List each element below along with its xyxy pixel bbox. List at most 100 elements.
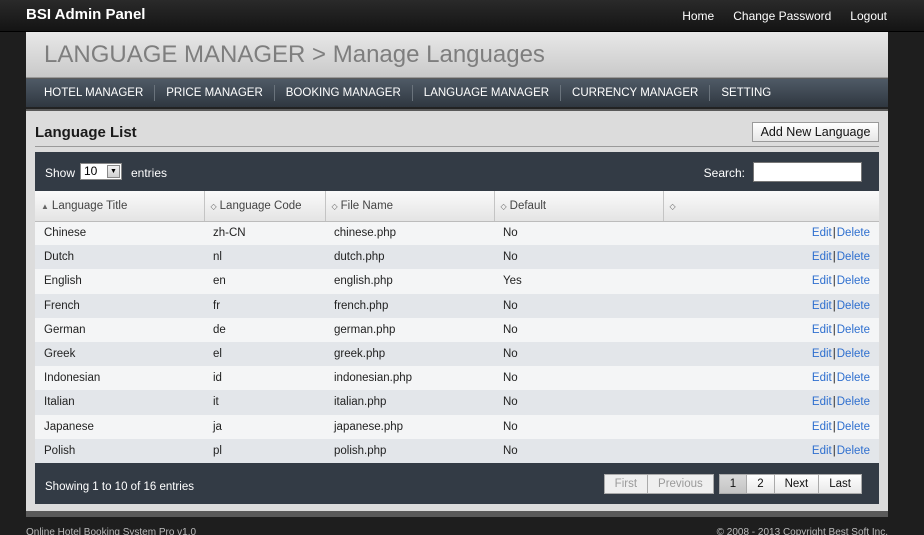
first-page-button[interactable]: First bbox=[603, 474, 649, 494]
table-row: Indonesian id indonesian.php No Edit|Delete bbox=[35, 366, 879, 391]
title-bar: LANGUAGE MANAGER > Manage Languages bbox=[26, 32, 888, 78]
edit-link[interactable]: Edit bbox=[812, 372, 832, 384]
separator: | bbox=[832, 444, 836, 457]
last-page-button[interactable]: Last bbox=[818, 474, 862, 494]
page-size-select[interactable]: 10 ▼ bbox=[80, 163, 122, 180]
sort-icon: ◇ bbox=[210, 201, 217, 211]
change-password-link[interactable]: Change Password bbox=[733, 9, 831, 23]
footer-copyright: © 2008 - 2013 Copyright Best Soft Inc. bbox=[716, 527, 888, 535]
cell-actions: Edit|Delete bbox=[663, 245, 879, 270]
edit-link[interactable]: Edit bbox=[812, 251, 832, 263]
cell-default: No bbox=[494, 317, 663, 342]
delete-link[interactable]: Delete bbox=[837, 324, 870, 336]
cell-language-code: nl bbox=[204, 245, 325, 270]
delete-link[interactable]: Delete bbox=[837, 251, 870, 263]
menu-currency-manager[interactable]: CURRENCY MANAGER bbox=[561, 85, 711, 101]
add-new-language-button[interactable]: Add New Language bbox=[752, 122, 879, 142]
chevron-down-icon[interactable]: ▼ bbox=[107, 165, 120, 178]
cell-language-title: Indonesian bbox=[35, 366, 204, 391]
edit-link[interactable]: Edit bbox=[812, 227, 832, 239]
search-input[interactable] bbox=[753, 162, 862, 182]
previous-page-button[interactable]: Previous bbox=[647, 474, 714, 494]
cell-default: No bbox=[494, 390, 663, 415]
edit-link[interactable]: Edit bbox=[812, 421, 832, 433]
footer-product: Online Hotel Booking System Pro v1.0 bbox=[26, 527, 197, 535]
column-language-code[interactable]: ◇ Language Code bbox=[204, 191, 326, 222]
column-language-title[interactable]: ▲ Language Title bbox=[35, 191, 205, 222]
cell-language-code: id bbox=[204, 366, 325, 391]
menu-booking-manager[interactable]: BOOKING MANAGER bbox=[275, 85, 413, 101]
table-row: Chinese zh-CN chinese.php No Edit|Delete bbox=[35, 221, 879, 246]
cell-language-code: fr bbox=[204, 293, 325, 318]
main-container: LANGUAGE MANAGER > Manage Languages HOTE… bbox=[26, 32, 888, 517]
cell-file-name: french.php bbox=[325, 293, 494, 318]
cell-language-title: Italian bbox=[35, 390, 204, 415]
edit-link[interactable]: Edit bbox=[812, 300, 832, 312]
delete-link[interactable]: Delete bbox=[837, 372, 870, 384]
cell-language-title: English bbox=[35, 269, 204, 294]
menu-setting[interactable]: SETTING bbox=[710, 85, 782, 101]
cell-language-title: German bbox=[35, 317, 204, 342]
edit-link[interactable]: Edit bbox=[812, 324, 832, 336]
logout-link[interactable]: Logout bbox=[850, 9, 887, 23]
edit-link[interactable]: Edit bbox=[812, 445, 832, 457]
cell-actions: Edit|Delete bbox=[663, 390, 879, 415]
separator: | bbox=[832, 420, 836, 433]
cell-language-code: en bbox=[204, 269, 325, 294]
section-title: Language List bbox=[35, 124, 137, 141]
content-panel: Language List Add New Language Show 10 ▼… bbox=[26, 111, 888, 511]
table-row: Polish pl polish.php No Edit|Delete bbox=[35, 438, 879, 463]
cell-language-code: it bbox=[204, 390, 325, 415]
delete-link[interactable]: Delete bbox=[837, 421, 870, 433]
edit-link[interactable]: Edit bbox=[812, 348, 832, 360]
column-actions[interactable]: ◇ bbox=[663, 191, 879, 222]
table-controls: Show 10 ▼ entries Search: bbox=[35, 152, 879, 191]
next-page-button[interactable]: Next bbox=[773, 474, 820, 494]
cell-language-code: zh-CN bbox=[204, 221, 325, 246]
separator: | bbox=[832, 251, 836, 264]
home-link[interactable]: Home bbox=[682, 9, 714, 23]
cell-default: No bbox=[494, 414, 663, 439]
cell-file-name: italian.php bbox=[325, 390, 494, 415]
delete-link[interactable]: Delete bbox=[837, 348, 870, 360]
cell-actions: Edit|Delete bbox=[663, 293, 879, 318]
top-bar: BSI Admin Panel Home Change Password Log… bbox=[0, 0, 924, 32]
entries-info: Showing 1 to 10 of 16 entries bbox=[45, 481, 194, 493]
main-menu: HOTEL MANAGER PRICE MANAGER BOOKING MANA… bbox=[26, 79, 888, 109]
cell-file-name: indonesian.php bbox=[325, 366, 494, 391]
section-divider bbox=[35, 146, 879, 147]
column-file-name[interactable]: ◇ File Name bbox=[325, 191, 495, 222]
cell-file-name: chinese.php bbox=[325, 221, 494, 246]
column-default[interactable]: ◇ Default bbox=[494, 191, 664, 222]
page-title: LANGUAGE MANAGER > Manage Languages bbox=[44, 41, 545, 68]
menu-price-manager[interactable]: PRICE MANAGER bbox=[155, 85, 275, 101]
delete-link[interactable]: Delete bbox=[837, 227, 870, 239]
brand-title: BSI Admin Panel bbox=[26, 6, 146, 23]
table-row: Dutch nl dutch.php No Edit|Delete bbox=[35, 245, 879, 270]
table-row: Italian it italian.php No Edit|Delete bbox=[35, 390, 879, 415]
cell-default: No bbox=[494, 293, 663, 318]
delete-link[interactable]: Delete bbox=[837, 445, 870, 457]
cell-language-code: ja bbox=[204, 414, 325, 439]
delete-link[interactable]: Delete bbox=[837, 275, 870, 287]
edit-link[interactable]: Edit bbox=[812, 275, 832, 287]
delete-link[interactable]: Delete bbox=[837, 300, 870, 312]
delete-link[interactable]: Delete bbox=[837, 396, 870, 408]
page-1-button[interactable]: 1 bbox=[718, 474, 748, 494]
sort-icon: ◇ bbox=[331, 201, 338, 211]
cell-actions: Edit|Delete bbox=[663, 366, 879, 391]
edit-link[interactable]: Edit bbox=[812, 396, 832, 408]
menu-hotel-manager[interactable]: HOTEL MANAGER bbox=[33, 85, 156, 101]
table-row: French fr french.php No Edit|Delete bbox=[35, 293, 879, 318]
show-label: Show bbox=[45, 166, 76, 180]
table-row: German de german.php No Edit|Delete bbox=[35, 317, 879, 342]
menu-language-manager[interactable]: LANGUAGE MANAGER bbox=[413, 85, 562, 101]
sort-icon: ◇ bbox=[500, 201, 507, 211]
page-size-value: 10 bbox=[84, 164, 98, 178]
table-header-row: ▲ Language Title ◇ Language Code ◇ File Nam… bbox=[35, 191, 879, 222]
separator: | bbox=[832, 348, 836, 361]
sort-asc-icon: ▲ bbox=[41, 201, 49, 211]
page-2-button[interactable]: 2 bbox=[746, 474, 775, 494]
separator: | bbox=[832, 227, 836, 240]
cell-actions: Edit|Delete bbox=[663, 269, 879, 294]
